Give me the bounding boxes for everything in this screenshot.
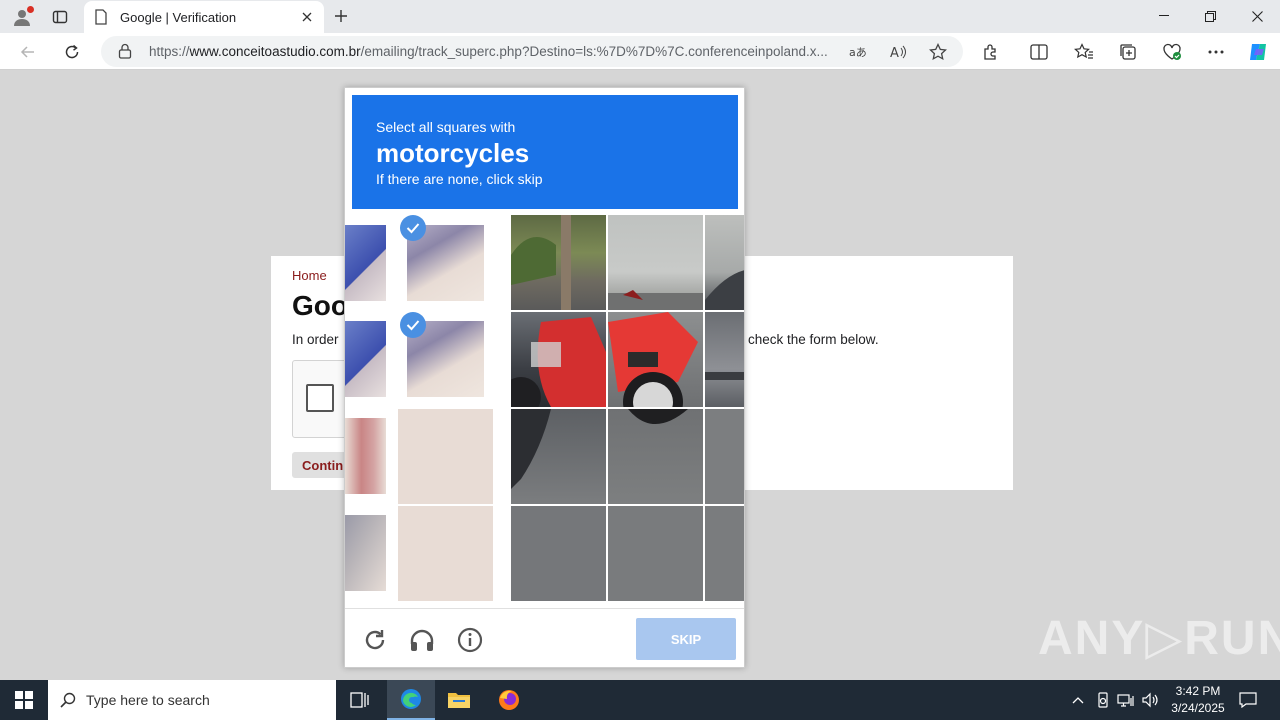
captcha-instruction-header: Select all squares with motorcycles If t… [352, 95, 738, 209]
windows-start-icon[interactable] [0, 680, 48, 720]
audio-challenge-icon[interactable] [408, 626, 436, 654]
captcha-tile[interactable] [705, 215, 744, 310]
page-instruction-text-end: check the form below. [748, 332, 879, 347]
captcha-instruction-line1: Select all squares with [376, 119, 516, 135]
close-window-icon[interactable] [1234, 0, 1280, 32]
reload-challenge-icon[interactable] [361, 626, 389, 654]
captcha-tile[interactable] [608, 215, 703, 310]
captcha-previous-tiles [345, 215, 510, 601]
refresh-icon[interactable] [59, 39, 85, 65]
captcha-tile[interactable] [511, 215, 606, 310]
windows-taskbar: Type here to search 3:42 PM 3/24/2025 [0, 680, 1280, 720]
edge-browser-icon[interactable] [387, 680, 435, 720]
copilot-icon[interactable] [1245, 39, 1271, 65]
network-icon[interactable] [1116, 690, 1136, 710]
minimize-icon[interactable] [1141, 0, 1187, 32]
new-tab-icon[interactable] [330, 5, 352, 27]
home-link[interactable]: Home [292, 268, 327, 283]
favorite-star-icon[interactable] [927, 41, 949, 63]
restore-icon[interactable] [1187, 0, 1233, 32]
captcha-image-grid [511, 215, 744, 601]
taskbar-search-box[interactable]: Type here to search [48, 680, 336, 720]
lock-icon[interactable] [118, 43, 132, 64]
captcha-tile[interactable] [345, 225, 386, 301]
captcha-tile[interactable] [345, 418, 386, 494]
task-view-icon[interactable] [336, 680, 384, 720]
browser-toolbar: https://www.conceitoastudio.com.br/email… [0, 33, 1280, 70]
notification-dot [27, 6, 34, 13]
captcha-tile[interactable] [511, 312, 606, 407]
file-explorer-icon[interactable] [435, 680, 483, 720]
close-tab-icon[interactable] [296, 6, 318, 28]
more-menu-icon[interactable] [1203, 39, 1229, 65]
search-icon [60, 692, 76, 708]
captcha-tile[interactable] [511, 409, 606, 504]
recaptcha-checkbox[interactable] [306, 384, 334, 412]
captcha-instruction-line3: If there are none, click skip [376, 171, 543, 187]
selected-check-icon [400, 215, 426, 241]
profile-icon[interactable] [10, 5, 34, 29]
extensions-icon[interactable] [978, 39, 1004, 65]
url-domain: www.conceitoastudio.com.br [189, 44, 361, 59]
captcha-target-label: motorcycles [376, 138, 530, 168]
browser-essentials-icon[interactable] [1159, 39, 1185, 65]
browser-tab-active[interactable]: Google | Verification [84, 1, 324, 33]
captcha-tile[interactable] [345, 321, 386, 397]
tab-actions-icon[interactable] [50, 7, 70, 27]
browser-tab-bar: Google | Verification [0, 0, 1280, 33]
captcha-tile[interactable] [705, 409, 744, 504]
address-bar[interactable]: https://www.conceitoastudio.com.br/email… [101, 36, 963, 67]
captcha-footer: SKIP [345, 608, 744, 667]
search-placeholder: Type here to search [86, 692, 210, 708]
favorites-icon[interactable] [1071, 39, 1097, 65]
clock-time: 3:42 PM [1175, 684, 1221, 698]
info-icon[interactable] [456, 626, 484, 654]
svg-text:A: A [890, 46, 899, 60]
captcha-tile[interactable] [608, 409, 703, 504]
page-instruction-text: In order [292, 332, 339, 347]
captcha-tile[interactable] [345, 515, 386, 591]
tray-device-icon[interactable] [1093, 690, 1113, 710]
volume-icon[interactable] [1140, 690, 1160, 710]
url-text: https://www.conceitoastudio.com.br/email… [149, 44, 839, 59]
captcha-tile[interactable] [398, 506, 493, 601]
split-screen-icon[interactable] [1026, 39, 1052, 65]
skip-button[interactable]: SKIP [636, 618, 736, 660]
firefox-icon[interactable] [485, 680, 533, 720]
captcha-tile[interactable] [608, 506, 703, 601]
tab-title: Google | Verification [120, 9, 237, 25]
notification-center-icon[interactable] [1238, 690, 1258, 710]
page-title: Goo [292, 290, 348, 321]
url-prefix: https:// [149, 44, 190, 59]
captcha-tile[interactable] [608, 312, 703, 407]
taskbar-clock[interactable]: 3:42 PM 3/24/2025 [1160, 683, 1236, 717]
clock-date: 3/24/2025 [1171, 701, 1225, 715]
selected-check-icon [400, 312, 426, 338]
page-icon [95, 9, 107, 25]
anyrun-watermark: ANY▷RUN [1038, 612, 1280, 665]
url-path: /emailing/track_superc.php?Destino=ls:%7… [360, 44, 828, 59]
svg-text:aあ: aあ [849, 46, 866, 59]
tray-overflow-icon[interactable] [1068, 690, 1088, 710]
captcha-tile[interactable] [705, 506, 744, 601]
read-aloud-icon[interactable]: A [887, 41, 909, 63]
collections-icon[interactable] [1115, 39, 1141, 65]
back-icon[interactable] [15, 39, 41, 65]
captcha-tile[interactable] [705, 312, 744, 407]
captcha-tile[interactable] [398, 409, 493, 504]
translate-icon[interactable]: aあ [846, 41, 868, 63]
captcha-challenge-popup: Select all squares with motorcycles If t… [344, 87, 745, 668]
captcha-tile[interactable] [511, 506, 606, 601]
